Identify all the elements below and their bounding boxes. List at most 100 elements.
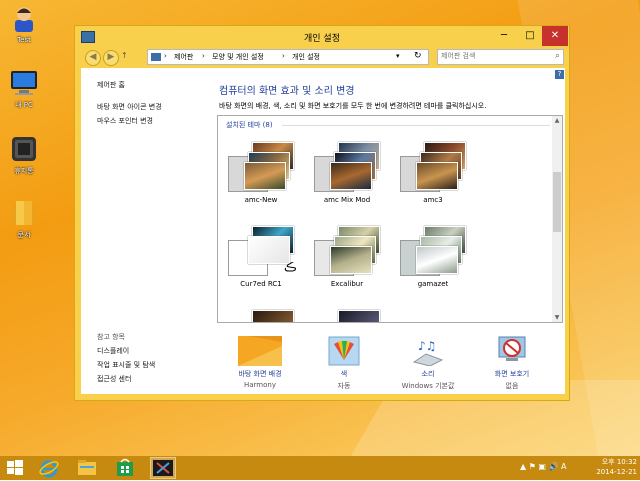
title-bar[interactable]: 개인 설정 ─ □ ✕ xyxy=(75,26,569,48)
option-value: 자동 xyxy=(337,382,351,390)
theme-name: Cur7ed RC1 xyxy=(240,280,282,288)
control-panel-icon xyxy=(151,53,161,61)
notification-area[interactable]: ▲ ⚑ ▣ 🔊 A xyxy=(520,462,567,471)
up-icon[interactable]: ↑ xyxy=(121,51,128,60)
theme-thumbnail xyxy=(400,140,466,192)
option-label[interactable]: 화면 보호기 xyxy=(477,369,547,379)
sidebar-item-desktop-icons[interactable]: 바탕 화면 아이콘 변경 xyxy=(97,102,162,112)
desktop-background-icon xyxy=(238,336,282,366)
option-value: Harmony xyxy=(244,381,276,389)
option-color[interactable]: 색 자동 xyxy=(309,336,379,391)
theme-item[interactable]: amc3 xyxy=(398,132,468,208)
search-input[interactable] xyxy=(441,52,546,60)
back-icon[interactable]: ◀ xyxy=(85,50,101,66)
theme-thumbnail xyxy=(314,224,380,276)
theme-item[interactable]: ڪ Cur7ed RC1 xyxy=(226,216,297,292)
theme-item[interactable] xyxy=(226,300,296,322)
breadcrumb-personalization[interactable]: 개인 설정 xyxy=(292,52,320,62)
search-box[interactable]: ⌕ xyxy=(437,49,564,65)
sidebar-item-home[interactable]: 제어판 홈 xyxy=(97,80,125,90)
scroll-down-icon[interactable]: ▼ xyxy=(553,314,561,321)
option-screensaver[interactable]: 화면 보호기 없음 xyxy=(477,336,547,391)
desktop-icon-documents[interactable]: 문서 xyxy=(4,198,44,240)
taskbar-ie[interactable] xyxy=(38,457,64,479)
theme-thumbnail xyxy=(228,308,294,322)
taskbar-personalization[interactable] xyxy=(150,457,176,479)
theme-list-scrollbar[interactable]: ▲ ▼ xyxy=(552,116,562,322)
refresh-icon[interactable]: ↻ xyxy=(414,51,422,61)
desktop-icon-label: 내 PC xyxy=(15,101,33,109)
theme-list: 설치된 테마 (8) amc-New amc Mix Mod amc3 ڪ Cu… xyxy=(217,115,563,323)
desktop-icon-label: 휴지통 xyxy=(14,167,34,175)
option-value: Windows 기본값 xyxy=(401,382,455,390)
theme-thumbnail xyxy=(314,308,380,322)
desktop-icon-test[interactable]: Test xyxy=(4,4,44,44)
personalization-window: 개인 설정 ─ □ ✕ ◀ ▶ ↑ › 제어판 › 모양 및 개인 설정 › 개… xyxy=(74,25,570,401)
address-dropdown-icon[interactable]: ▾ xyxy=(396,52,400,60)
option-label[interactable]: 색 xyxy=(309,369,379,379)
desktop-icon-recycle-bin[interactable]: 휴지통 xyxy=(4,134,44,176)
forward-icon[interactable]: ▶ xyxy=(103,50,119,66)
taskbar: ▲ ⚑ ▣ 🔊 A 오후 10:32 2014-12-21 xyxy=(0,456,640,480)
theme-item[interactable]: amc Mix Mod xyxy=(312,132,382,208)
close-button[interactable]: ✕ xyxy=(542,26,568,46)
cursor-icon: ڪ xyxy=(284,260,297,274)
breadcrumb-separator: › xyxy=(282,52,285,60)
address-bar[interactable]: › 제어판 › 모양 및 개인 설정 › 개인 설정 ▾ ↻ xyxy=(147,49,429,65)
page-title: 컴퓨터의 화면 효과 및 소리 변경 xyxy=(219,86,355,97)
divider xyxy=(282,125,550,126)
breadcrumb-separator: › xyxy=(164,52,167,60)
color-icon xyxy=(328,336,360,366)
theme-name: Excalibur xyxy=(330,280,364,288)
content-area: ? 제어판 홈 바탕 화면 아이콘 변경 마우스 포인터 변경 참고 항목 디스… xyxy=(81,68,565,394)
scroll-thumb[interactable] xyxy=(553,172,561,232)
see-also-heading: 참고 항목 xyxy=(97,333,125,341)
svg-text:♪♫: ♪♫ xyxy=(418,339,436,353)
desktop-icon-label: Test xyxy=(17,36,31,44)
breadcrumb-separator: › xyxy=(202,52,205,60)
taskbar-file-explorer[interactable] xyxy=(76,457,102,479)
recycle-bin-icon xyxy=(9,134,39,164)
theme-item[interactable] xyxy=(312,300,382,322)
theme-thumbnail xyxy=(400,224,466,276)
theme-item[interactable]: gamazet xyxy=(398,216,468,292)
sidebar-item-mouse-pointer[interactable]: 마우스 포인터 변경 xyxy=(97,116,153,126)
computer-icon xyxy=(9,68,39,98)
option-sound[interactable]: ♪♫ 소리 Windows 기본값 xyxy=(393,336,463,391)
theme-thumbnail xyxy=(314,140,380,192)
theme-name: amc-New xyxy=(244,196,278,204)
start-icon xyxy=(7,460,23,475)
theme-name: amc3 xyxy=(423,196,443,204)
sidebar-item-taskbar[interactable]: 작업 표시줄 및 탐색 xyxy=(97,360,155,370)
store-icon xyxy=(117,458,133,476)
taskbar-store[interactable] xyxy=(114,457,140,479)
theme-item[interactable]: Excalibur xyxy=(312,216,382,292)
theme-group-title[interactable]: 설치된 테마 (8) xyxy=(226,120,273,130)
option-label[interactable]: 소리 xyxy=(393,369,463,379)
help-icon[interactable]: ? xyxy=(555,70,564,79)
minimize-button[interactable]: ─ xyxy=(491,26,517,46)
maximize-button[interactable]: □ xyxy=(517,26,543,46)
user-icon xyxy=(9,4,39,34)
sidebar-item-accessibility[interactable]: 접근성 센터 xyxy=(97,374,131,384)
option-value: 없음 xyxy=(505,382,519,390)
page-description: 바탕 화면의 배경, 색, 소리 및 화면 보호기를 모두 한 번에 변경하려면… xyxy=(219,102,487,110)
settings-app-icon xyxy=(153,460,173,476)
internet-explorer-icon xyxy=(39,460,59,478)
theme-item[interactable]: amc-New xyxy=(226,132,296,208)
search-icon[interactable]: ⌕ xyxy=(555,51,560,61)
sidebar-item-display[interactable]: 디스플레이 xyxy=(97,346,129,356)
file-explorer-icon xyxy=(78,460,96,475)
option-desktop-background[interactable]: 바탕 화면 배경 Harmony xyxy=(225,336,295,389)
theme-name: amc Mix Mod xyxy=(323,196,371,204)
desktop-icon-this-pc[interactable]: 내 PC xyxy=(4,68,44,110)
breadcrumb-control-panel[interactable]: 제어판 xyxy=(174,52,193,62)
theme-thumbnail: ڪ xyxy=(228,224,297,276)
scroll-up-icon[interactable]: ▲ xyxy=(553,117,561,124)
breadcrumb-appearance[interactable]: 모양 및 개인 설정 xyxy=(212,52,264,62)
clock[interactable]: 오후 10:32 2014-12-21 xyxy=(585,457,637,477)
option-label[interactable]: 바탕 화면 배경 xyxy=(225,369,295,379)
sound-icon: ♪♫ xyxy=(412,336,444,367)
start-button[interactable] xyxy=(4,457,30,479)
theme-thumbnail xyxy=(228,140,294,192)
